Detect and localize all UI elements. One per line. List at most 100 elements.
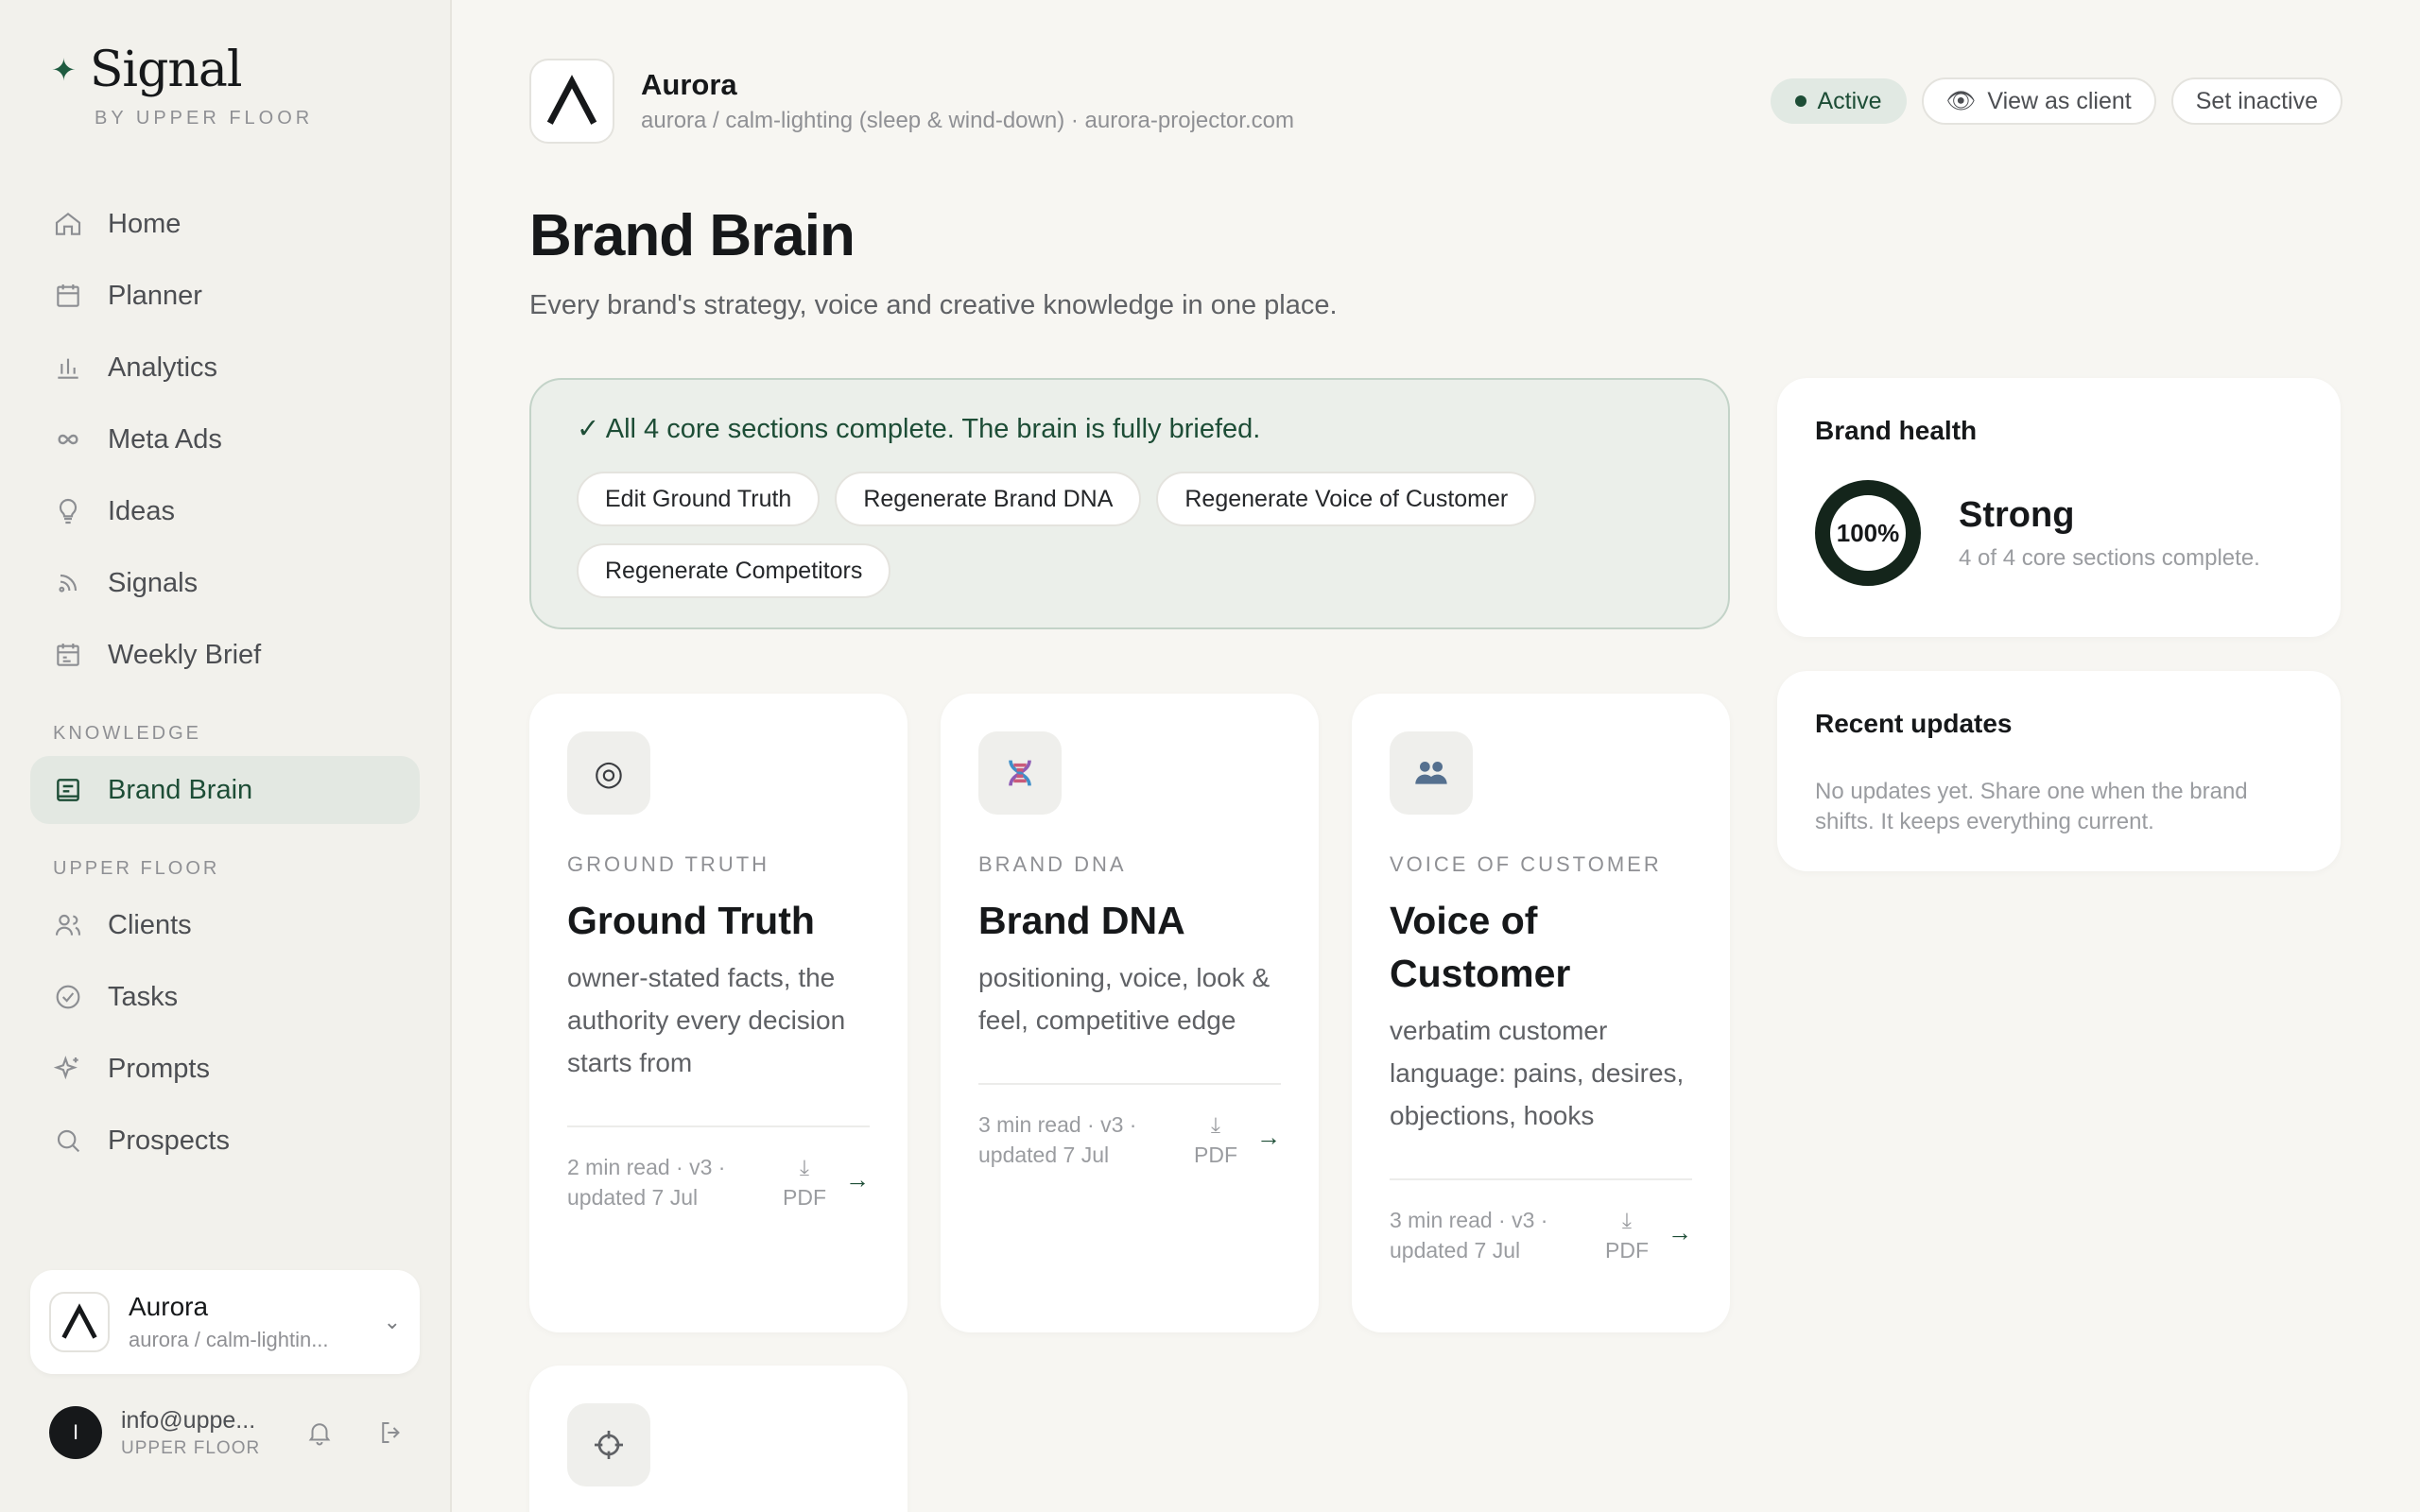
lightbulb-icon xyxy=(53,496,83,526)
card-voice-of-customer[interactable]: VOICE OF CUSTOMER Voice of Customer verb… xyxy=(1352,694,1730,1332)
download-icon: ⤓ xyxy=(799,1155,810,1179)
user-row: I info@uppe... UPPER FLOOR xyxy=(49,1406,408,1459)
crosshair-icon xyxy=(567,1403,650,1486)
health-ring: 100% xyxy=(1815,480,1921,586)
nav-item-meta-ads[interactable]: Meta Ads xyxy=(30,405,420,473)
card-meta: 3 min read · v3 · updated 7 Jul xyxy=(978,1112,1137,1167)
status-label: Active xyxy=(1817,87,1882,114)
people-icon xyxy=(1390,731,1473,815)
target-icon: ◎ xyxy=(567,731,650,815)
main-content: Aurora aurora / calm-lighting (sleep & w… xyxy=(452,0,2420,1512)
regenerate-voice-of-customer-button[interactable]: Regenerate Voice of Customer xyxy=(1156,472,1537,526)
recent-updates-panel: Recent updates No updates yet. Share one… xyxy=(1777,671,2341,871)
view-as-client-button[interactable]: 👁 View as client xyxy=(1921,77,2156,125)
search-icon xyxy=(53,1125,83,1156)
bar-chart-icon xyxy=(53,352,83,383)
arrow-right-icon[interactable]: → xyxy=(845,1165,870,1194)
nav-label: Clients xyxy=(108,909,192,940)
nav-label: Brand Brain xyxy=(108,774,253,805)
check-circle-icon xyxy=(53,982,83,1012)
nav-item-signals[interactable]: Signals xyxy=(30,549,420,617)
regenerate-brand-dna-button[interactable]: Regenerate Brand DNA xyxy=(835,472,1142,526)
client-switcher[interactable]: Aurora aurora / calm-lightin... ⌄ xyxy=(30,1270,420,1374)
brand-health-panel: Brand health 100% Strong 4 of 4 core sec… xyxy=(1777,378,2341,637)
app-logo[interactable]: ✦ Signal xyxy=(30,42,450,98)
nav-label: Prompts xyxy=(108,1053,210,1084)
card-ground-truth[interactable]: ◎ GROUND TRUTH Ground Truth owner-stated… xyxy=(529,694,908,1332)
chevron-down-icon: ⌄ xyxy=(383,1310,401,1333)
avatar[interactable]: I xyxy=(49,1406,102,1459)
pdf-download-button[interactable]: ⤓ PDF xyxy=(1194,1109,1237,1170)
card-kicker: BRAND DNA xyxy=(978,852,1127,876)
pdf-download-button[interactable]: ⤓ PDF xyxy=(1605,1205,1649,1265)
sidebar: ✦ Signal BY UPPER FLOOR Home Planner Ana… xyxy=(0,0,452,1512)
recent-updates-title: Recent updates xyxy=(1815,709,2013,738)
brand-logo-icon xyxy=(529,59,614,144)
edit-ground-truth-button[interactable]: Edit Ground Truth xyxy=(577,472,821,526)
view-as-client-label: View as client xyxy=(1987,87,2132,114)
client-name: Aurora xyxy=(129,1292,209,1321)
set-inactive-label: Set inactive xyxy=(2195,87,2318,114)
status-badge: Active xyxy=(1770,78,1907,124)
nav-item-clients[interactable]: Clients xyxy=(30,891,420,959)
card-description: positioning, voice, look & feel, competi… xyxy=(978,963,1270,1035)
completion-banner: ✓ All 4 core sections complete. The brai… xyxy=(529,378,1730,629)
aurora-logo-icon xyxy=(49,1292,110,1352)
card-title: Ground Truth xyxy=(567,899,815,942)
nav-item-planner[interactable]: Planner xyxy=(30,262,420,330)
download-icon: ⤓ xyxy=(1621,1208,1633,1232)
nav-section-upper-floor: UPPER FLOOR xyxy=(53,858,220,879)
pdf-label: PDF xyxy=(783,1185,826,1210)
arrow-right-icon[interactable]: → xyxy=(1256,1123,1281,1152)
rss-icon xyxy=(53,568,83,598)
card-description: verbatim customer language: pains, desir… xyxy=(1390,1016,1685,1130)
health-label: Strong xyxy=(1959,494,2075,535)
sparkle-icon: ✦ xyxy=(51,53,77,87)
arrow-right-icon[interactable]: → xyxy=(1668,1218,1692,1247)
logo-subtitle: BY UPPER FLOOR xyxy=(95,108,314,129)
regenerate-competitors-button[interactable]: Regenerate Competitors xyxy=(577,543,891,598)
sparkles-icon xyxy=(53,1054,83,1084)
card-description: owner-stated facts, the authority every … xyxy=(567,963,846,1077)
status-dot-icon xyxy=(1794,95,1806,107)
pdf-label: PDF xyxy=(1194,1143,1237,1167)
brand-health-title: Brand health xyxy=(1815,416,1978,445)
nav-item-prompts[interactable]: Prompts xyxy=(30,1035,420,1103)
card-kicker: GROUND TRUTH xyxy=(567,852,770,876)
nav-item-ideas[interactable]: Ideas xyxy=(30,477,420,545)
nav-item-brand-brain[interactable]: Brand Brain xyxy=(30,756,420,824)
brand-description: aurora / calm-lighting (sleep & wind-dow… xyxy=(641,108,1294,133)
user-email: info@uppe... xyxy=(121,1406,256,1434)
nav-item-tasks[interactable]: Tasks xyxy=(30,963,420,1031)
set-inactive-button[interactable]: Set inactive xyxy=(2170,77,2342,125)
nav-item-weekly-brief[interactable]: Weekly Brief xyxy=(30,621,420,689)
book-icon xyxy=(53,775,83,805)
card-brand-dna[interactable]: BRAND DNA Brand DNA positioning, voice, … xyxy=(941,694,1319,1332)
users-icon xyxy=(53,910,83,940)
pdf-download-button[interactable]: ⤓ PDF xyxy=(783,1152,826,1212)
pdf-label: PDF xyxy=(1605,1238,1649,1263)
nav-label: Planner xyxy=(108,280,202,311)
card-competitors[interactable] xyxy=(529,1366,908,1512)
user-org: UPPER FLOOR xyxy=(121,1437,261,1458)
nav-item-prospects[interactable]: Prospects xyxy=(30,1107,420,1175)
logo-text: Signal xyxy=(89,42,243,98)
logout-icon[interactable] xyxy=(374,1416,408,1450)
nav-label: Weekly Brief xyxy=(108,639,262,670)
nav-label: Meta Ads xyxy=(108,423,222,455)
nav-label: Prospects xyxy=(108,1125,230,1156)
card-meta: 2 min read · v3 · updated 7 Jul xyxy=(567,1155,726,1210)
nav-label: Signals xyxy=(108,567,199,598)
card-meta: 3 min read · v3 · updated 7 Jul xyxy=(1390,1208,1548,1263)
nav-section-knowledge: KNOWLEDGE xyxy=(53,723,202,744)
infinity-icon xyxy=(53,424,83,455)
nav-label: Ideas xyxy=(108,495,175,526)
home-icon xyxy=(53,209,83,239)
nav-item-home[interactable]: Home xyxy=(30,190,420,258)
nav-item-analytics[interactable]: Analytics xyxy=(30,334,420,402)
nav-label: Tasks xyxy=(108,981,179,1012)
bell-icon[interactable] xyxy=(302,1416,337,1450)
calendar-icon xyxy=(53,281,83,311)
brand-header: Aurora aurora / calm-lighting (sleep & w… xyxy=(529,59,2342,144)
card-title: Brand DNA xyxy=(978,899,1185,942)
